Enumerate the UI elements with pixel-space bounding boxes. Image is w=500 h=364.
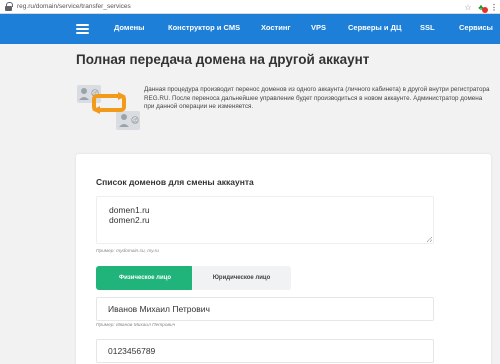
nav-item-vps[interactable]: VPS [311,23,326,32]
domains-textarea[interactable]: domen1.ru domen2.ru [96,196,434,244]
tab-individual[interactable]: Физическое лицо [96,266,194,290]
account-number-field[interactable]: 0123456789 [96,339,434,363]
extension-icon[interactable]: ♣ [476,2,488,13]
browser-address-bar[interactable]: reg.ru/domain/service/transfer_services [0,0,500,14]
svg-text:@: @ [132,118,137,124]
page-title: Полная передача домена на другой аккаунт [76,52,370,67]
domains-hint: Пример: mydomain.su, my.ru [96,249,159,254]
url-text[interactable]: reg.ru/domain/service/transfer_services [17,3,131,10]
hamburger-menu-icon[interactable] [76,24,89,34]
resize-handle-icon[interactable] [427,237,432,242]
nav-item-services[interactable]: Сервисы [459,23,493,32]
transfer-form-card: Список доменов для смены аккаунта domen1… [76,154,491,364]
menu-dots-icon[interactable]: ⋮ [489,2,499,12]
nav-item-domains[interactable]: Домены [114,23,145,32]
lock-icon [4,2,13,11]
nav-item-hosting[interactable]: Хостинг [261,23,291,32]
full-name-hint: Пример: Иванов Михаил Петрович [96,323,176,328]
star-icon[interactable]: ☆ [463,2,473,12]
full-name-field[interactable]: Иванов Михаил Петрович [96,297,434,321]
nav-item-ssl[interactable]: SSL [420,23,435,32]
transfer-illustration-icon: @ @ [77,85,140,130]
page-description: Данная процедура производит перенос доме… [144,86,490,111]
extension-badge [482,7,488,13]
nav-item-servers-dc[interactable]: Серверы и ДЦ [348,23,401,32]
nav-item-constructor-cms[interactable]: Конструктор и CMS [168,23,240,32]
domain-line: domen1.ru [109,205,150,215]
tab-legal-entity[interactable]: Юридическое лицо [192,266,291,290]
section-title: Список доменов для смены аккаунта [96,177,254,187]
site-nav: Домены Конструктор и CMS Хостинг VPS Сер… [0,14,500,44]
domain-line: domen2.ru [109,215,150,225]
